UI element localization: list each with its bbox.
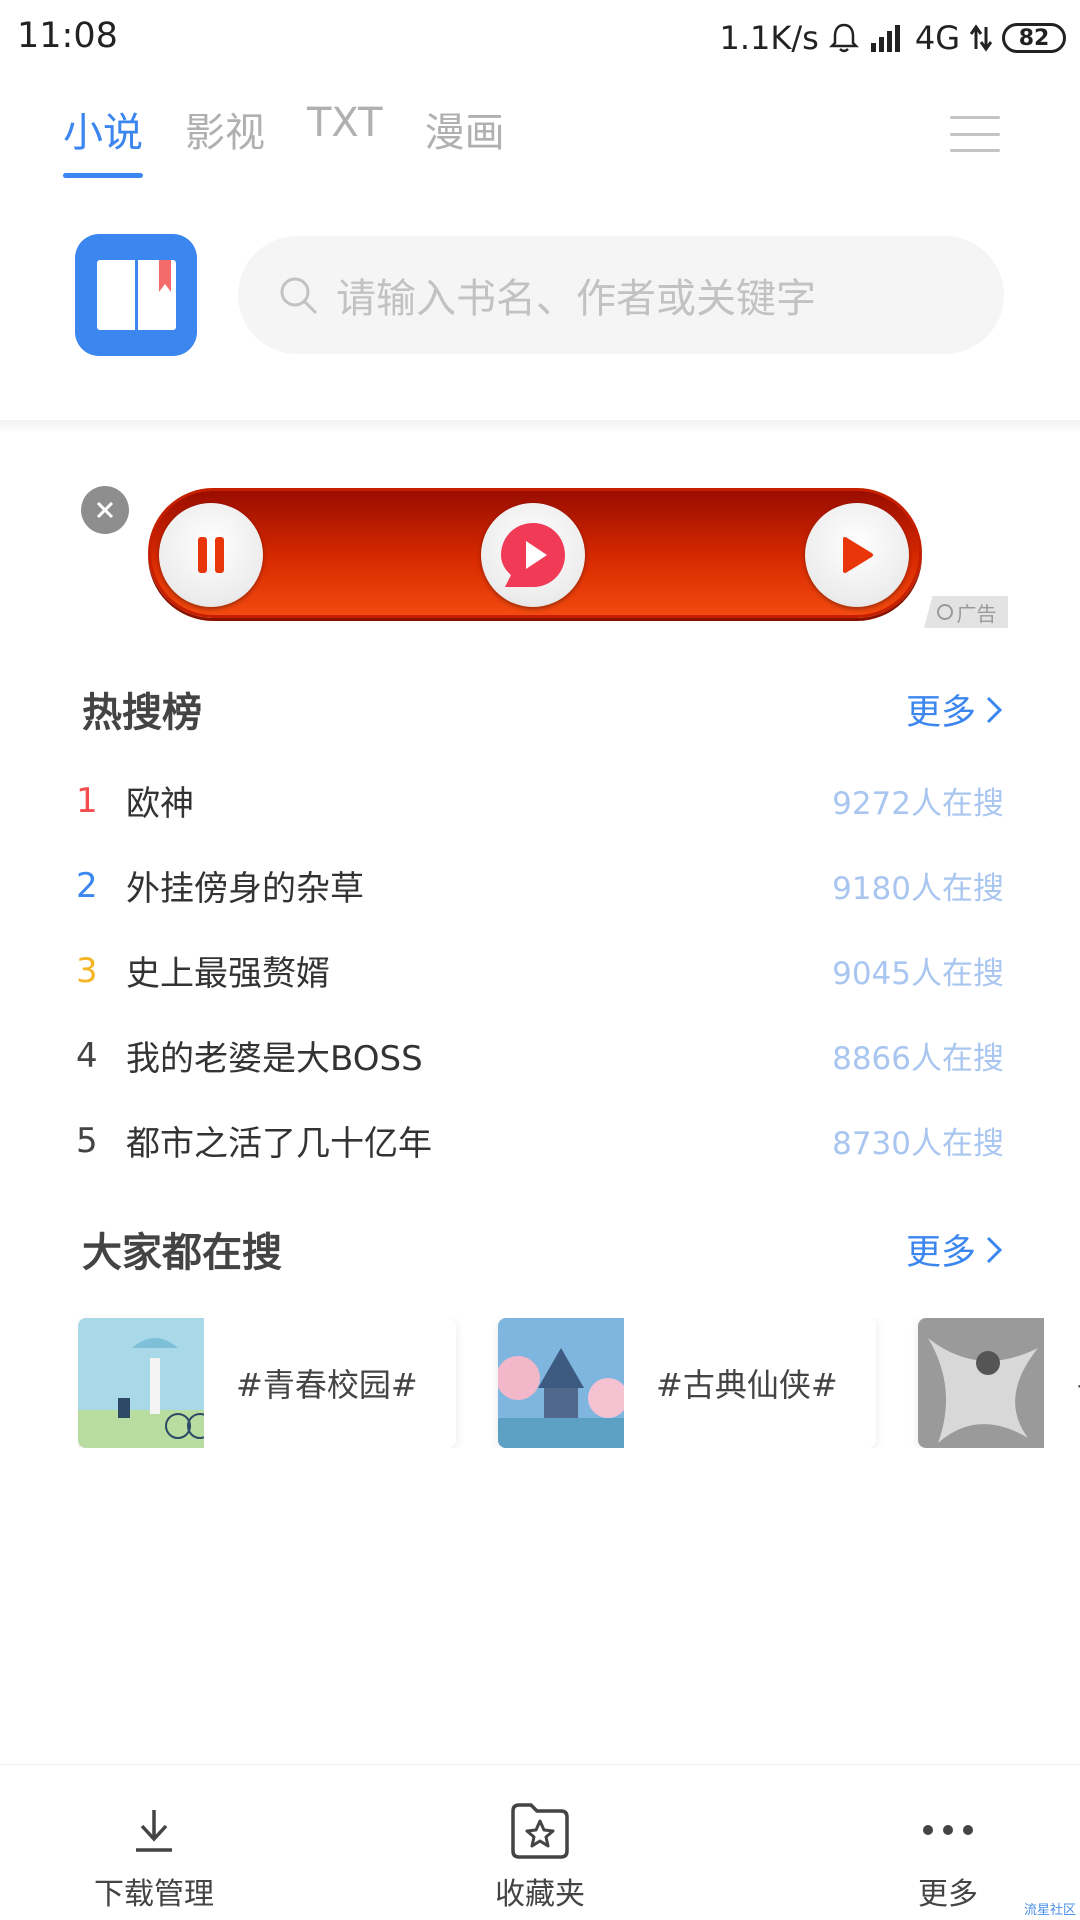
everyone-search-title: 大家都在搜 — [82, 1230, 282, 1276]
rank-number: 5 — [76, 1120, 98, 1161]
search-count: 9180人在搜 — [832, 871, 1004, 907]
ad-play-icon — [805, 503, 909, 607]
net-speed: 1.1K/s — [719, 19, 819, 57]
search-count: 9272人在搜 — [832, 786, 1004, 822]
tab-comic[interactable]: 漫画 — [425, 100, 505, 174]
status-bar: 11:08 1.1K/s 4G 82 — [0, 0, 1080, 76]
book-title: 都市之活了几十亿年 — [126, 1124, 432, 1164]
chevron-right-icon — [986, 1236, 1002, 1263]
list-item[interactable]: 5 都市之活了几十亿年 8730人在搜 — [76, 1098, 1004, 1183]
close-icon — [96, 501, 114, 519]
book-title: 外挂傍身的杂草 — [126, 869, 364, 909]
search-icon — [280, 277, 317, 314]
topic-thumbnail — [918, 1318, 1044, 1448]
watermark: 流星社区 — [1023, 1903, 1076, 1918]
hot-search-list: 1 欧神 9272人在搜 2 外挂傍身的杂草 9180人在搜 3 史上最强赘婿 … — [76, 758, 1004, 1183]
ad-pause-icon — [159, 503, 263, 607]
ad-label: 广告 — [924, 596, 1008, 628]
topic-thumbnail — [78, 1318, 204, 1448]
search-count: 8730人在搜 — [832, 1126, 1004, 1162]
signal-icon — [870, 25, 900, 52]
topic-card[interactable]: #青春校园# — [78, 1318, 456, 1448]
topic-label: # — [1076, 1318, 1080, 1448]
data-arrows-icon — [970, 24, 992, 52]
topic-card[interactable]: # — [918, 1318, 1080, 1448]
hot-search-title: 热搜榜 — [82, 690, 202, 736]
status-time: 11:08 — [17, 16, 118, 56]
download-manager-button[interactable]: 下载管理 — [80, 1765, 228, 1920]
list-item[interactable]: 1 欧神 9272人在搜 — [76, 758, 1004, 843]
tab-video[interactable]: 影视 — [185, 100, 265, 174]
bell-icon — [828, 23, 859, 53]
list-item[interactable]: 4 我的老婆是大BOSS 8866人在搜 — [76, 1013, 1004, 1098]
download-label: 下载管理 — [94, 1877, 214, 1912]
list-item[interactable]: 3 史上最强赘婿 9045人在搜 — [76, 928, 1004, 1013]
tab-txt[interactable]: TXT — [307, 100, 383, 174]
book-title: 我的老婆是大BOSS — [126, 1039, 423, 1079]
topic-cards: #青春校园# #古典仙侠# # — [78, 1318, 1080, 1448]
search-input[interactable]: 请输入书名、作者或关键字 — [238, 236, 1004, 354]
category-tabs: 小说 影视 TXT 漫画 — [63, 100, 505, 178]
book-title: 史上最强赘婿 — [126, 954, 330, 994]
topic-label: #青春校园# — [236, 1366, 418, 1404]
folder-star-icon — [509, 1801, 571, 1859]
book-title: 欧神 — [126, 784, 194, 824]
ad-badge-icon — [936, 604, 953, 620]
bottom-nav: 下载管理 收藏夹 更多 流星社区 — [0, 1764, 1080, 1920]
topic-thumbnail — [498, 1318, 624, 1448]
more-label: 更多 — [918, 1877, 978, 1912]
chevron-right-icon — [986, 696, 1002, 723]
app-logo — [75, 234, 197, 356]
ad-close-button[interactable] — [81, 486, 129, 534]
ad-banner[interactable] — [148, 488, 922, 618]
tab-novel[interactable]: 小说 — [63, 100, 143, 178]
everyone-search-more-button[interactable]: 更多 — [906, 1224, 1002, 1275]
topic-card[interactable]: #古典仙侠# — [498, 1318, 876, 1448]
status-icons: 1.1K/s 4G 82 — [720, 16, 1066, 60]
search-count: 8866人在搜 — [832, 1041, 1004, 1077]
network-type: 4G — [914, 19, 960, 57]
battery-indicator: 82 — [1002, 23, 1066, 53]
menu-icon[interactable] — [950, 116, 1000, 152]
section-divider — [0, 420, 1080, 434]
favorites-button[interactable]: 收藏夹 — [480, 1765, 600, 1920]
rank-number: 3 — [76, 950, 98, 991]
list-item[interactable]: 2 外挂傍身的杂草 9180人在搜 — [76, 843, 1004, 928]
search-count: 9045人在搜 — [832, 956, 1004, 992]
search-placeholder: 请输入书名、作者或关键字 — [336, 276, 816, 322]
rank-number: 2 — [76, 865, 98, 906]
topic-label: #古典仙侠# — [656, 1366, 838, 1404]
hot-search-more-button[interactable]: 更多 — [906, 684, 1002, 735]
more-button[interactable]: 更多 — [890, 1765, 1006, 1920]
download-icon — [123, 1801, 185, 1859]
favorites-label: 收藏夹 — [495, 1877, 585, 1912]
rank-number: 1 — [76, 780, 98, 821]
more-dots-icon — [917, 1801, 979, 1859]
rank-number: 4 — [76, 1035, 98, 1076]
ad-logo-icon — [481, 503, 585, 607]
